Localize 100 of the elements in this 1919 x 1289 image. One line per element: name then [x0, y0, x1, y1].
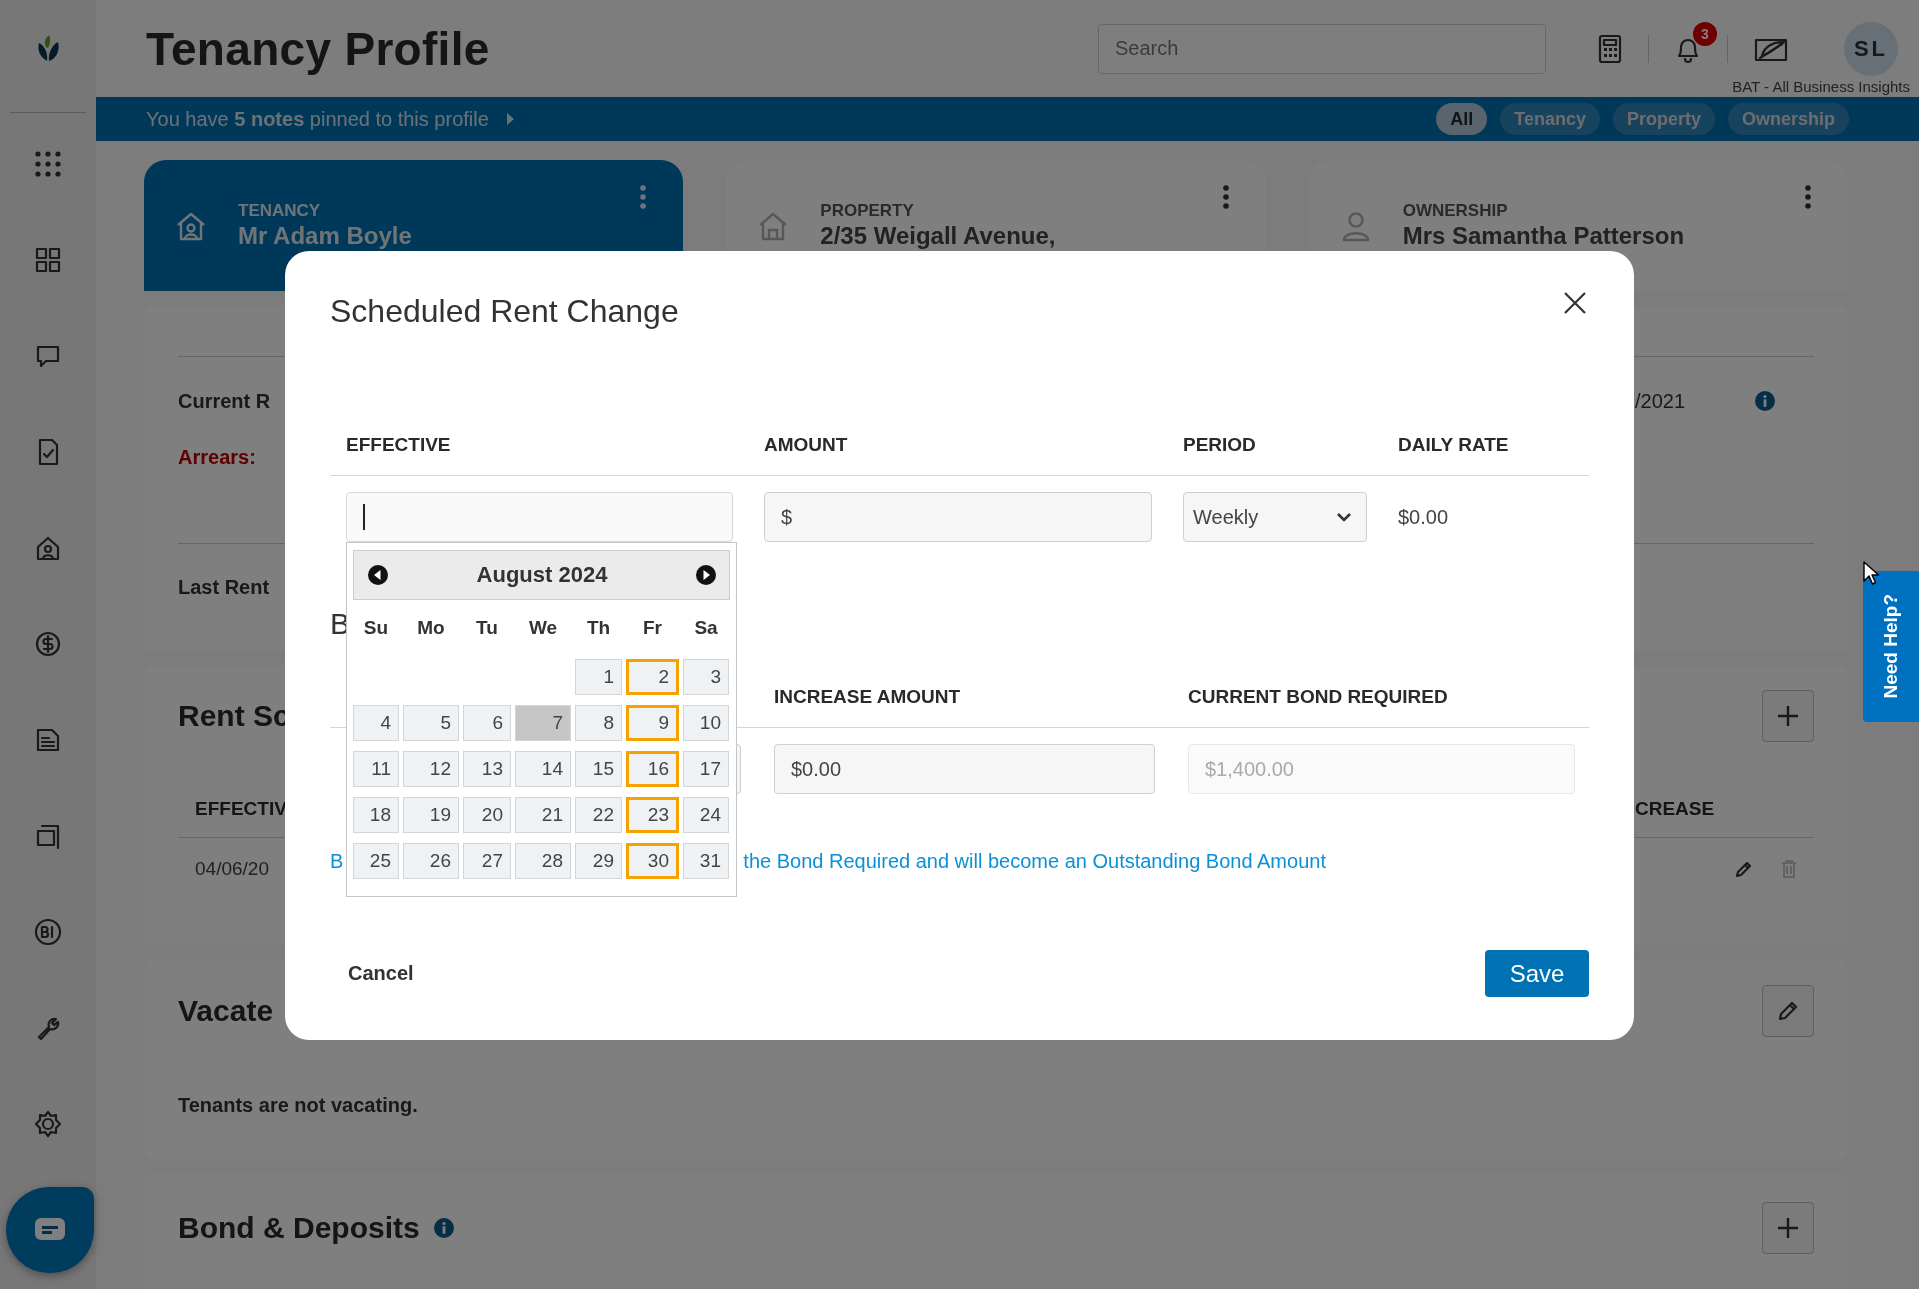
- calendar-day[interactable]: 15: [575, 751, 622, 787]
- card-name: Mrs Samantha Patterson: [1402, 220, 1686, 251]
- chevron-down-icon: [1336, 512, 1352, 522]
- calendar-day[interactable]: 11: [353, 751, 399, 787]
- close-button[interactable]: [1563, 291, 1587, 315]
- info-note: the Bond Required and will become an Outstanding Bond Amount: [743, 849, 1326, 873]
- notification-badge: 3: [1693, 22, 1717, 46]
- calendar-day[interactable]: 13: [463, 751, 511, 787]
- dialog-title: Scheduled Rent Change: [330, 292, 679, 330]
- section-title: Vacate: [178, 994, 274, 1028]
- field-label: Current R: [178, 389, 271, 413]
- cursor-icon: [1862, 560, 1880, 586]
- period-select[interactable]: Weekly: [1183, 492, 1367, 542]
- kebab-menu-icon[interactable]: [1221, 184, 1230, 210]
- calendar-day[interactable]: 16: [626, 751, 679, 787]
- calendar-day[interactable]: 22: [575, 797, 622, 833]
- date-field[interactable]: [346, 492, 733, 542]
- kebab-menu-icon[interactable]: [1804, 184, 1812, 210]
- pencil-icon[interactable]: [1734, 859, 1754, 879]
- plus-icon: [1776, 704, 1800, 728]
- section-title: Bond & Deposits: [178, 1211, 420, 1245]
- column-header: INCREASE AMOUNT: [774, 685, 962, 709]
- pencil-icon: [1776, 999, 1800, 1023]
- calendar-day[interactable]: 1: [575, 659, 622, 695]
- search-field[interactable]: Search: [1098, 23, 1546, 74]
- calendar-day[interactable]: 26: [403, 843, 459, 879]
- caret-right-icon[interactable]: [504, 112, 515, 126]
- calendar-day[interactable]: 7: [515, 705, 571, 741]
- calendar-day[interactable]: 4: [353, 705, 399, 741]
- calendar-day[interactable]: 31: [683, 843, 729, 879]
- bond-required-field: $1,400.00: [1188, 744, 1575, 794]
- calendar-day[interactable]: 28: [515, 843, 571, 879]
- dashboard-icon[interactable]: [33, 245, 63, 275]
- add-button[interactable]: [1762, 690, 1814, 742]
- calendar-day[interactable]: 30: [626, 843, 679, 879]
- calendar-day[interactable]: 5: [403, 705, 459, 741]
- weekday-label: Th: [585, 617, 612, 639]
- card-name: 2/35 Weigall Avenue,: [820, 220, 1057, 251]
- dollar-circle-icon[interactable]: [33, 629, 63, 659]
- previous-month-icon[interactable]: [368, 565, 388, 585]
- info-icon[interactable]: [1755, 391, 1776, 411]
- column-header: EFFECTIVE: [346, 433, 452, 457]
- column-header: DAILY RATE: [1398, 433, 1510, 457]
- info-note: B: [330, 849, 344, 873]
- weekday-label: Su: [362, 617, 390, 639]
- weekday-label: Mo: [416, 617, 446, 639]
- calendar-day[interactable]: 23: [626, 797, 679, 833]
- bi-circle-icon[interactable]: [33, 917, 63, 947]
- save-button[interactable]: Save: [1485, 950, 1589, 997]
- close-icon: [1563, 291, 1587, 315]
- card-label: TENANCY: [238, 200, 322, 221]
- cancel-button[interactable]: Cancel: [330, 962, 414, 985]
- calendar-day[interactable]: 12: [403, 751, 459, 787]
- card-label: PROPERTY: [820, 200, 915, 221]
- calendar-day[interactable]: 21: [515, 797, 571, 833]
- amount-field[interactable]: $: [764, 492, 1152, 542]
- increase-amount-field[interactable]: $0.00: [774, 744, 1155, 794]
- column-header: CURRENT BOND REQUIRED: [1188, 685, 1449, 709]
- weekday-label: We: [527, 617, 559, 639]
- field-label: Arrears:: [178, 445, 256, 469]
- page-title: Tenancy Profile: [146, 21, 490, 76]
- card-name: Mr Adam Boyle: [238, 220, 413, 251]
- calendar-day[interactable]: 2: [626, 659, 679, 695]
- weekday-label: Fr: [642, 617, 663, 639]
- month-title: August 2024: [476, 562, 608, 588]
- column-header: CREASE: [1635, 798, 1715, 820]
- field-label: Last Rent: [178, 576, 270, 598]
- help-tab[interactable]: Need Help?: [1863, 571, 1919, 722]
- kebab-menu-icon[interactable]: [639, 184, 648, 210]
- column-header: EFFECTIV: [195, 798, 287, 820]
- weekday-label: Tu: [475, 617, 499, 639]
- column-header: AMOUNT: [764, 433, 849, 457]
- calendar-day[interactable]: 9: [626, 705, 679, 741]
- calendar-day[interactable]: 8: [575, 705, 622, 741]
- calendar-day[interactable]: 20: [463, 797, 511, 833]
- insights-caption: BAT - All Business Insights: [1732, 78, 1910, 95]
- apps-grid-icon[interactable]: [33, 149, 63, 179]
- calendar-day[interactable]: 10: [683, 705, 729, 741]
- daily-rate: $0.00: [1398, 505, 1450, 529]
- calendar-day[interactable]: 17: [683, 751, 729, 787]
- calendar-day[interactable]: 3: [683, 659, 729, 695]
- next-month-icon[interactable]: [696, 565, 716, 585]
- text-caret: [363, 504, 365, 530]
- weekday-label: Sa: [693, 617, 719, 639]
- calculator-icon[interactable]: [1596, 34, 1624, 64]
- calendar-day[interactable]: 29: [575, 843, 622, 879]
- table-cell: 04/06/20: [195, 858, 269, 880]
- vacate-status: Tenants are not vacating.: [178, 1094, 419, 1117]
- calendar-day[interactable]: 19: [403, 797, 459, 833]
- calendar-day[interactable]: 24: [683, 797, 729, 833]
- edit-button[interactable]: [1762, 985, 1814, 1037]
- card-label: OWNERSHIP: [1402, 200, 1509, 221]
- calendar-day[interactable]: 14: [515, 751, 571, 787]
- calendar-day[interactable]: 25: [353, 843, 399, 879]
- calendar-day[interactable]: 6: [463, 705, 511, 741]
- gear-icon[interactable]: [33, 1109, 63, 1139]
- info-icon[interactable]: [433, 1218, 454, 1238]
- calendar-day[interactable]: 18: [353, 797, 399, 833]
- calendar-day[interactable]: 27: [463, 843, 511, 879]
- add-button[interactable]: [1762, 1202, 1814, 1254]
